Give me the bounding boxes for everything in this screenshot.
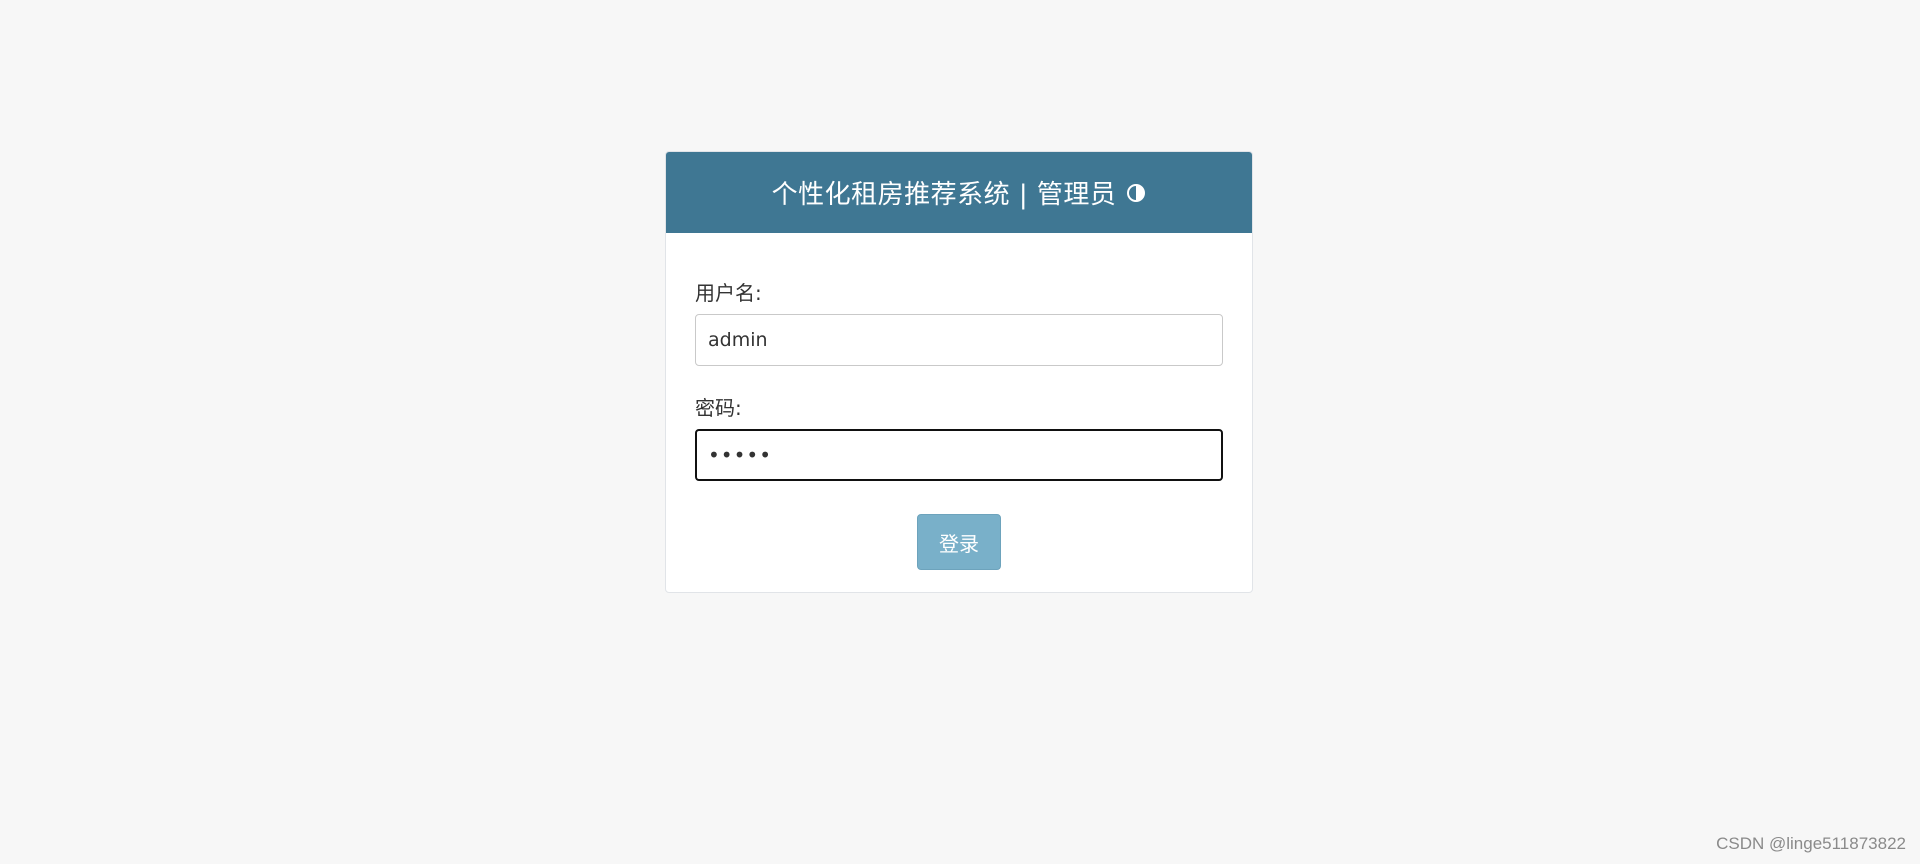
password-input[interactable] [695, 429, 1223, 481]
form-actions: 登录 [695, 514, 1223, 570]
password-label: 密码: [695, 396, 742, 420]
page-title: 个性化租房推荐系统 | 管理员 [771, 180, 1117, 210]
username-label: 用户名: [695, 281, 762, 305]
login-button[interactable]: 登录 [917, 514, 1001, 570]
watermark: CSDN @linge511873822 [1716, 834, 1906, 853]
username-input[interactable] [695, 314, 1223, 366]
login-page: 个性化租房推荐系统 | 管理员 用户名: 密码: 登录 CSDN @linge5… [0, 0, 1920, 864]
card-body: 用户名: 密码: 登录 [666, 277, 1252, 570]
login-card: 个性化租房推荐系统 | 管理员 用户名: 密码: 登录 [665, 151, 1253, 593]
card-header: 个性化租房推荐系统 | 管理员 [666, 152, 1252, 233]
contrast-icon [1126, 180, 1146, 202]
